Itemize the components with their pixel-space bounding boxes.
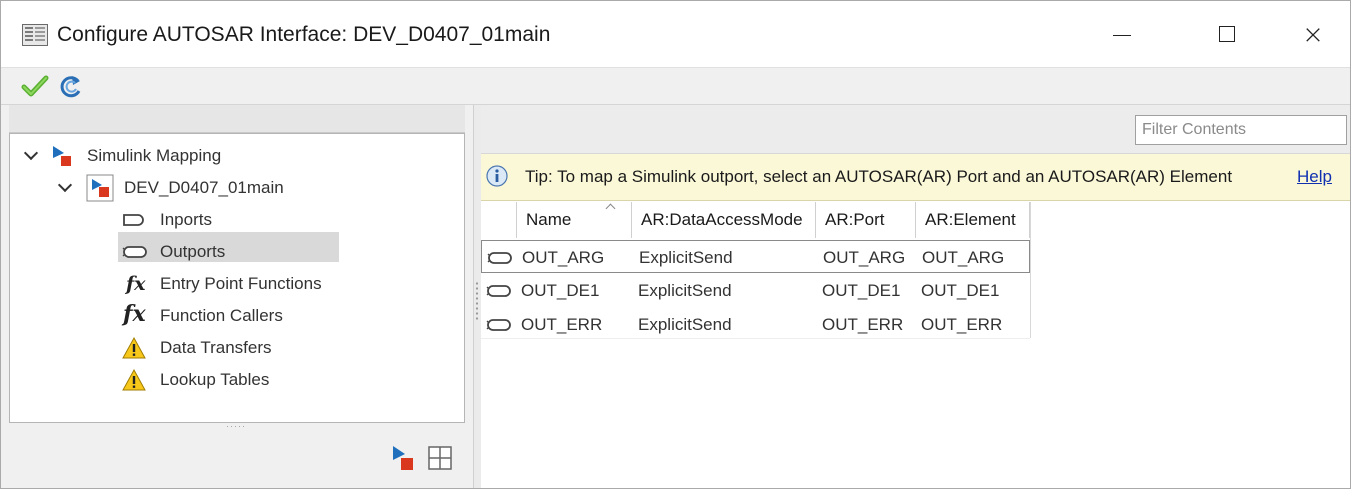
close-button[interactable]: × [1290,13,1336,57]
window-title: Configure AUTOSAR Interface: DEV_D0407_0… [57,23,551,46]
cell-data-access-mode[interactable]: ExplicitSend [638,274,732,307]
tree-item-label: Lookup Tables [160,370,270,389]
cell-name: OUT_ERR [521,315,603,334]
outport-icon [486,284,512,298]
tree-item-inports[interactable]: Inports [118,206,448,234]
header-icon-column [481,202,517,238]
tree-item-label: Simulink Mapping [87,146,222,165]
warning-icon [122,368,146,392]
simulink-mapping-view-icon[interactable] [391,444,417,472]
toolbar [1,68,1350,105]
tree-item-function-callers[interactable]: fx Function Callers [118,302,448,330]
tree-item-simulink-mapping[interactable]: Simulink Mapping [10,142,450,170]
table-row[interactable]: OUT_ARG ExplicitSend OUT_ARG OUT_ARG [481,240,1030,273]
cell-ar-element[interactable]: OUT_ERR [921,308,1002,341]
left-pane-header [9,105,465,133]
outport-icon [487,251,513,265]
filter-contents-input[interactable] [1136,116,1350,144]
column-header-data-access-mode[interactable]: AR:DataAccessMode [632,202,816,238]
minimize-button[interactable] [1098,13,1144,57]
left-pane: Simulink Mapping DEV_D0407_01main Inport… [1,105,473,488]
tree-item-model[interactable]: DEV_D0407_01main [10,174,450,202]
tip-banner: Tip: To map a Simulink outport, select a… [481,154,1350,201]
splitter-grip [475,281,479,321]
refresh-icon[interactable] [58,73,86,99]
tree-item-label: Function Callers [160,306,283,325]
maximize-button[interactable] [1204,13,1250,57]
cell-ar-port[interactable]: OUT_ARG [823,241,905,274]
cell-ar-port[interactable]: OUT_DE1 [822,274,900,307]
component-view-grid-icon[interactable] [427,445,453,471]
column-header-name[interactable]: Name [517,202,632,238]
tree-item-label: Entry Point Functions [160,274,322,293]
simulink-mapping-icon [50,144,74,168]
resize-grip[interactable]: ····· [221,422,251,431]
column-header-ar-element[interactable]: AR:Element [916,202,1030,238]
tree-item-outports[interactable]: Outports [118,238,339,266]
table-border [1030,202,1031,338]
apply-checkmark-icon[interactable] [21,73,49,99]
warning-icon [122,336,146,360]
tree-item-label: DEV_D0407_01main [124,178,284,197]
column-header-ar-port[interactable]: AR:Port [816,202,916,238]
tree-item-entry-point-functions[interactable]: fx Entry Point Functions [118,270,448,298]
cell-ar-element[interactable]: OUT_ARG [922,241,1004,274]
chevron-down-icon[interactable] [24,148,38,162]
filter-contents-field[interactable] [1135,115,1350,145]
tree-item-label: Inports [160,210,212,229]
cell-ar-port[interactable]: OUT_ERR [822,308,903,341]
cell-data-access-mode[interactable]: ExplicitSend [639,241,733,274]
model-icon [86,174,114,202]
fx-caller-icon: fx [123,301,146,327]
inport-icon [122,212,146,228]
tip-text: Tip: To map a Simulink outport, select a… [525,167,1233,186]
table-header: Name AR:DataAccessMode AR:Port AR:Elemen… [481,202,1030,238]
outport-icon [122,244,147,260]
tree-item-label: Outports [160,242,226,261]
cell-data-access-mode[interactable]: ExplicitSend [638,308,732,341]
cell-name: OUT_DE1 [521,281,600,300]
app-window-icon [22,24,48,46]
fx-icon: fx [126,273,146,295]
info-icon [486,165,508,187]
mapping-tree: Simulink Mapping DEV_D0407_01main Inport… [9,133,465,423]
outports-table: Name AR:DataAccessMode AR:Port AR:Elemen… [481,202,1350,488]
tree-item-data-transfers[interactable]: Data Transfers [118,334,448,362]
tree-item-label: Data Transfers [160,338,272,357]
cell-ar-element[interactable]: OUT_DE1 [921,274,999,307]
cell-name: OUT_ARG [522,248,605,267]
chevron-down-icon[interactable] [58,180,72,194]
configure-autosar-window: Configure AUTOSAR Interface: DEV_D0407_0… [0,0,1351,489]
outport-icon [486,318,512,332]
help-link[interactable]: Help [1297,167,1332,187]
table-divider [481,338,1030,339]
table-row[interactable]: OUT_ERR ExplicitSend OUT_ERR OUT_ERR [481,308,1030,341]
sort-ascending-icon [604,202,618,210]
table-row[interactable]: OUT_DE1 ExplicitSend OUT_DE1 OUT_DE1 [481,274,1030,307]
left-pane-footer [9,430,465,488]
tree-item-lookup-tables[interactable]: Lookup Tables [118,366,448,394]
right-pane-header [481,105,1350,154]
right-pane: Tip: To map a Simulink outport, select a… [481,105,1350,488]
title-bar: Configure AUTOSAR Interface: DEV_D0407_0… [1,1,1350,68]
